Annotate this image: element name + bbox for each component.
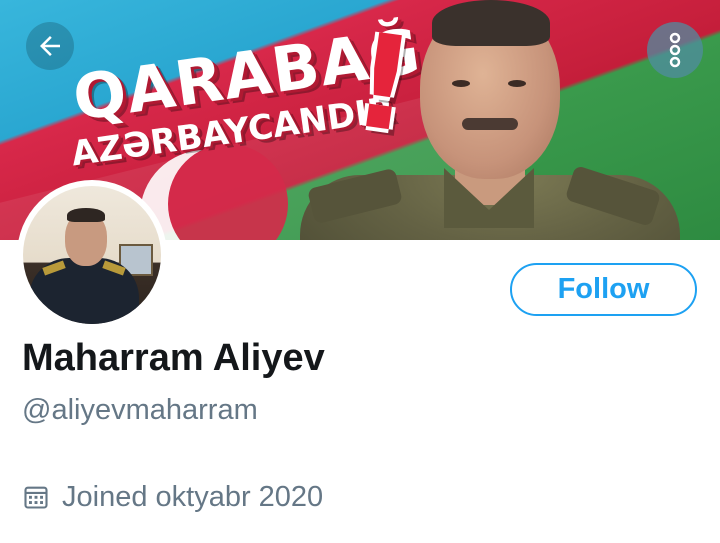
- arrow-left-icon: [40, 36, 60, 56]
- joined-date-row: Joined oktyabr 2020: [22, 479, 323, 515]
- profile-handle: @aliyevmaharram: [22, 394, 258, 426]
- avatar-photo: [23, 186, 161, 324]
- portrait-hair: [432, 0, 550, 46]
- portrait-eye-right: [508, 80, 526, 87]
- portrait-mustache: [462, 118, 518, 130]
- avatar-hair: [67, 208, 105, 222]
- profile-joined-text: Joined oktyabr 2020: [62, 480, 324, 513]
- more-options-button[interactable]: [647, 22, 703, 78]
- back-button[interactable]: [26, 22, 74, 70]
- more-vertical-icon: [669, 32, 681, 68]
- avatar[interactable]: [17, 180, 167, 330]
- banner-portrait: [300, 0, 680, 240]
- follow-button[interactable]: Follow: [510, 263, 697, 316]
- calendar-icon: [24, 486, 48, 509]
- profile-display-name: Maharram Aliyev: [22, 337, 325, 379]
- portrait-eye-left: [452, 80, 470, 87]
